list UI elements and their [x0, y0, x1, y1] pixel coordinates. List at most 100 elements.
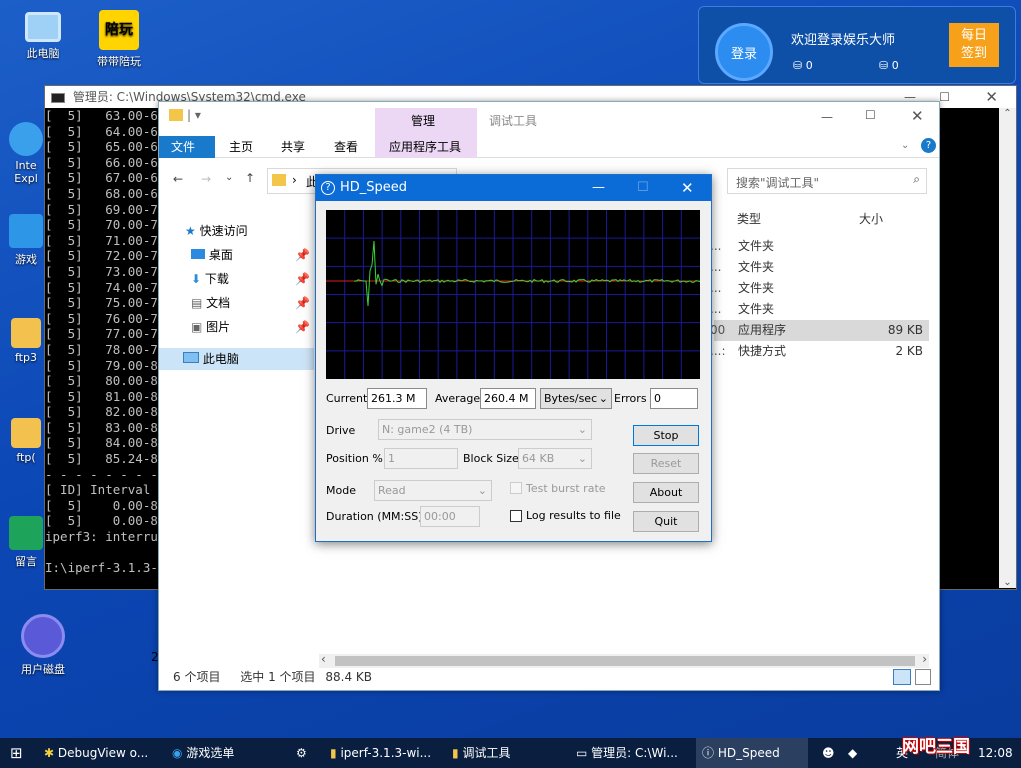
nav-this-pc[interactable]: 此电脑 [159, 348, 314, 370]
tab-view[interactable]: 查看 [322, 136, 370, 158]
nav-downloads[interactable]: ⬇ 下载 📌 [159, 268, 314, 290]
desktop-icon-ftp[interactable]: ftp( [6, 418, 46, 464]
desktop-icon-label: ftp( [16, 451, 36, 464]
desktop-icon-peiwan[interactable]: 陪玩 带带陪玩 [84, 10, 154, 69]
file-name-fragment: ...: [710, 344, 726, 358]
help-icon[interactable]: ? [921, 138, 936, 153]
cmd-line: [ 5] 73.00-74 [45, 263, 163, 279]
daily-signin-button[interactable]: 每日 签到 [949, 23, 999, 67]
nav-pictures[interactable]: ▣ 图片 📌 [159, 316, 314, 338]
average-value: 260.4 M [480, 388, 536, 409]
tray-avatar-icon[interactable]: ☻ [822, 738, 835, 768]
back-icon[interactable]: ← [173, 172, 183, 186]
duration-input: 00:00 [420, 506, 480, 527]
forward-icon[interactable]: → [201, 172, 211, 186]
help-icon: ? [321, 181, 335, 195]
maximize-button[interactable]: ☐ [865, 108, 876, 122]
file-row[interactable]: 00 应用程序 89 KB [710, 320, 929, 341]
maximize-button[interactable]: ☐ [939, 86, 950, 108]
taskbar-item-debug-tools[interactable]: ▮ 调试工具 [452, 738, 510, 768]
start-button[interactable]: ⊞ [10, 738, 36, 768]
desktop-icon-ftp3[interactable]: ftp3 [6, 318, 46, 364]
cmd-scrollbar[interactable]: ⌃ ⌄ [999, 108, 1016, 588]
desktop-icon-user-disk[interactable]: 用户磁盘 [8, 614, 78, 677]
desktop-icon [191, 249, 205, 259]
folder-icon [272, 174, 286, 186]
minimize-button[interactable]: — [592, 175, 605, 201]
close-button[interactable]: ✕ [911, 107, 924, 125]
file-row[interactable]: ... 文件夹 [710, 299, 929, 320]
desktop-icon-label: 此电脑 [26, 47, 60, 60]
taskbar-item-hd-speed[interactable]: ⓘ HD_Speed [696, 738, 808, 768]
cmd-line: I:\iperf-3.1.3- [45, 560, 158, 576]
welcome-text: 欢迎登录娱乐大师 [791, 33, 896, 48]
tray-clock[interactable]: 12:08 [978, 738, 1013, 768]
scroll-up-icon[interactable]: ⌃ [999, 108, 1016, 119]
cmd-line: iperf3: interru [45, 529, 158, 545]
tab-home[interactable]: 主页 [217, 136, 265, 158]
hd-speed-window[interactable]: ? HD_Speed — ☐ ✕ Current 261.3 M Average… [315, 174, 712, 542]
cmd-icon: ▭ [576, 746, 588, 760]
debugview-icon: ✱ [44, 746, 55, 760]
app-icon: ⚙ [296, 746, 307, 760]
search-box[interactable]: 搜索"调试工具" ⌕ [727, 168, 927, 194]
quit-button[interactable]: Quit [633, 511, 699, 532]
coin-count-1: ⛁ 0 [793, 59, 813, 72]
file-size: 89 KB [887, 323, 923, 337]
tab-file[interactable]: 文件 [159, 136, 215, 158]
unit-select[interactable]: Bytes/sec ⌄ [540, 388, 612, 409]
ribbon: | ▾ 管理 调试工具 — ☐ ✕ 文件 主页 共享 查看 应用程序工具 ⌄ ? [159, 102, 939, 158]
recent-locations-icon[interactable]: ⌄ [225, 172, 233, 183]
item-count: 6 个项目 [173, 670, 221, 684]
desktop-icon-message[interactable]: 留言 [6, 516, 46, 569]
tab-share[interactable]: 共享 [269, 136, 317, 158]
tab-manage[interactable]: 管理 [411, 112, 435, 129]
file-row[interactable]: ...: 快捷方式 2 KB [710, 341, 929, 362]
desktop-icon-label: Inte [15, 159, 37, 172]
quick-access-toolbar[interactable]: | ▾ [187, 108, 201, 122]
column-header-size[interactable]: 大小 [859, 210, 883, 227]
nav-desktop[interactable]: 桌面 📌 [159, 244, 314, 266]
up-icon[interactable]: ↑ [245, 171, 255, 185]
file-row[interactable]: ... 文件夹 [710, 257, 929, 278]
message-icon [9, 516, 43, 550]
taskbar-item-debugview[interactable]: ✱ DebugView o... [44, 738, 148, 768]
hd-title-bar[interactable]: ? HD_Speed — ☐ ✕ [316, 175, 711, 201]
nav-quick-access[interactable]: ★ 快速访问 [159, 220, 314, 242]
taskbar-item-game-menu[interactable]: ◉ 游戏选单 [172, 738, 234, 768]
unit-value: Bytes/sec [544, 392, 598, 405]
column-header-type[interactable]: 类型 [737, 210, 761, 227]
minimize-button[interactable]: — [821, 110, 833, 124]
desktop-icon-ie[interactable]: Inte Expl [6, 122, 46, 185]
about-button[interactable]: About [633, 482, 699, 503]
taskbar-app-icon[interactable]: ⚙ [296, 738, 307, 768]
cmd-line: [ 5] 71.00-72 [45, 232, 163, 248]
desktop-icon-this-pc[interactable]: 此电脑 [8, 12, 78, 61]
login-button[interactable]: 登录 [715, 23, 773, 81]
coin-icon: ⛁ [793, 59, 803, 72]
file-row[interactable]: ... 文件夹 [710, 278, 929, 299]
stop-button[interactable]: Stop [633, 425, 699, 446]
large-icons-view-icon[interactable] [915, 669, 931, 685]
cmd-line: [ 5] 83.00-84 [45, 419, 163, 435]
search-icon[interactable]: ⌕ [913, 172, 920, 187]
file-row[interactable]: ... 文件夹 [710, 236, 929, 257]
file-size: 2 KB [895, 344, 923, 358]
left-number: 2 [151, 650, 159, 664]
taskbar-item-iperf[interactable]: ▮ iperf-3.1.3-wi... [330, 738, 431, 768]
chevron-down-icon[interactable]: ⌄ [901, 140, 909, 151]
coin-value: 0 [805, 59, 813, 72]
scroll-down-icon[interactable]: ⌄ [999, 577, 1016, 588]
taskbar-item-cmd[interactable]: ▭ 管理员: C:\Wi... [576, 738, 678, 768]
tray-shield-icon[interactable]: ◆ [848, 738, 857, 768]
close-button[interactable]: ✕ [681, 175, 694, 201]
reset-button: Reset [633, 453, 699, 474]
tab-app-tools[interactable]: 应用程序工具 [377, 136, 473, 158]
nav-documents[interactable]: ▤ 文档 📌 [159, 292, 314, 314]
log-checkbox[interactable] [510, 510, 522, 522]
search-input[interactable]: 搜索"调试工具" [736, 174, 819, 191]
details-view-icon[interactable] [893, 669, 911, 685]
cmd-line: [ 5] 76.00-77 [45, 310, 163, 326]
close-button[interactable]: ✕ [985, 86, 998, 108]
desktop-icon-game[interactable]: 游戏 [6, 214, 46, 267]
